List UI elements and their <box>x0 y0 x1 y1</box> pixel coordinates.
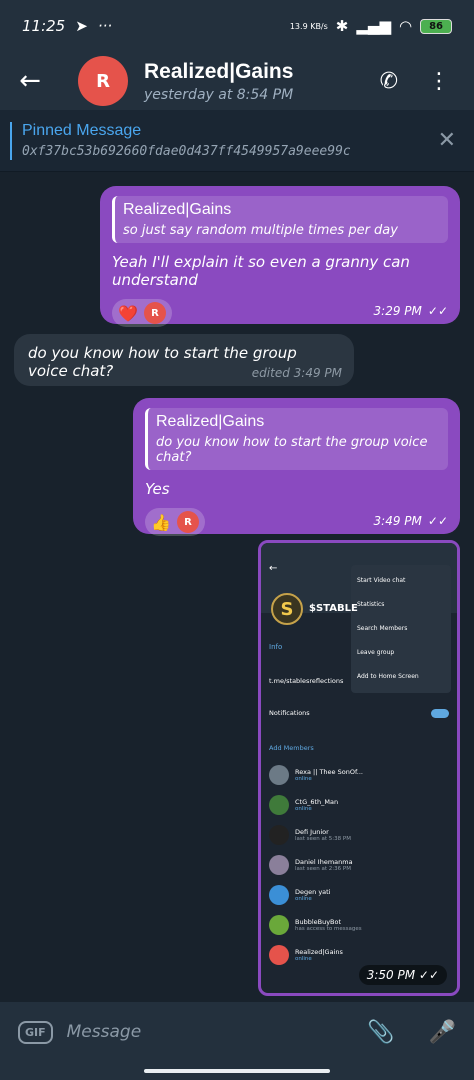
telegram-icon: ➤ <box>75 17 88 35</box>
back-arrow-icon[interactable]: ← <box>0 52 60 110</box>
member-status: online <box>295 896 312 902</box>
reply-quote[interactable]: Realized|Gains so just say random multip… <box>112 196 448 243</box>
composer: GIF Message 📎 🎤 <box>0 1002 474 1062</box>
last-seen: yesterday at 8:54 PM <box>144 86 294 103</box>
more-icon: ··· <box>97 17 113 35</box>
member-avatar <box>269 765 289 785</box>
member-name: Defi Junior <box>295 828 329 836</box>
message-bubble-incoming[interactable]: do you know how to start the group voice… <box>14 334 354 386</box>
add-members: Add Members <box>269 744 314 752</box>
message-time: edited 3:49 PM <box>251 366 342 380</box>
member-row: CtG_6th_Man online <box>269 790 449 820</box>
menu-item: Add to Home Screen <box>357 673 419 680</box>
reply-author: Realized|Gains <box>156 413 265 430</box>
double-check-icon: ✓✓ <box>427 304 448 318</box>
heart-reaction-icon: ❤️ <box>118 303 138 323</box>
reply-text: so just say random multiple times per da… <box>123 223 398 238</box>
member-row: Degen yati online <box>269 880 449 910</box>
time-label: 3:50 PM <box>366 968 416 982</box>
member-avatar <box>269 795 289 815</box>
screenshot-menu: Start Video chat Statistics Search Membe… <box>351 565 451 693</box>
member-name: BubbleBuyBot <box>295 918 342 926</box>
message-text: Yeah I'll explain it so even a granny ca… <box>112 253 410 289</box>
reaction-chip[interactable]: ❤️ R <box>112 299 172 327</box>
close-icon[interactable]: ✕ <box>438 128 456 153</box>
member-avatar <box>269 915 289 935</box>
time-label: 3:49 PM <box>373 514 422 528</box>
menu-item: Search Members <box>357 625 408 632</box>
bluetooth-icon: ✱ <box>335 17 349 35</box>
member-status: has access to messages <box>295 926 362 932</box>
home-gesture-pill[interactable] <box>144 1069 330 1073</box>
microphone-icon[interactable]: 🎤 <box>429 1020 456 1045</box>
member-name: CtG_6th_Man <box>295 798 339 806</box>
member-row: BubbleBuyBot has access to messages <box>269 910 449 940</box>
time-label: 3:29 PM <box>373 304 422 318</box>
menu-item: Start Video chat <box>357 577 406 584</box>
member-avatar <box>269 825 289 845</box>
notifications-label: Notifications <box>269 709 310 717</box>
phone-icon[interactable]: ✆ <box>380 69 398 94</box>
message-time: 3:49 PM ✓✓ <box>374 514 448 528</box>
chat-screen: 11:25 ➤ ··· 13.9 KB/s ✱ ▂▄▆ ◠ 86 ← R Rea… <box>0 0 474 1080</box>
reaction-chip[interactable]: 👍 R <box>145 508 205 536</box>
attachment-icon[interactable]: 📎 <box>367 1020 394 1045</box>
message-time: 3:29 PM ✓✓ <box>374 304 448 318</box>
system-nav-bar <box>0 1062 474 1080</box>
reactor-avatar: R <box>176 511 199 533</box>
member-status: online <box>295 956 312 962</box>
chat-title: Realized|Gains <box>144 59 294 83</box>
member-row: Daniel Ihemanma last seen at 2:36 PM <box>269 850 449 880</box>
message-text: Yes <box>145 480 170 498</box>
network-speed: 13.9 KB/s <box>289 21 328 31</box>
thumbs-up-reaction-icon: 👍 <box>151 512 171 532</box>
chat-header: ← R Realized|Gains yesterday at 8:54 PM … <box>0 52 474 110</box>
member-row: Rexa || Thee SonOf... online <box>269 760 449 790</box>
member-row: Defi Junior last seen at 5:38 PM <box>269 820 449 850</box>
member-name: Degen yati <box>295 888 331 896</box>
double-check-icon: ✓✓ <box>427 514 448 528</box>
signal-icon: ▂▄▆ <box>356 17 391 35</box>
group-avatar: S <box>271 593 303 625</box>
group-title: $STABLE <box>309 603 358 614</box>
message-time: 3:50 PM ✓✓ <box>358 965 447 985</box>
reply-quote[interactable]: Realized|Gains do you know how to start … <box>145 408 448 470</box>
pinned-body: 0xf37bc53b692660fdae0d437ff4549957a9eee9… <box>22 144 351 159</box>
member-name: Realized|Gains <box>295 948 343 956</box>
message-list: Realized|Gains so just say random multip… <box>0 172 474 1002</box>
reactor-avatar: R <box>143 302 166 324</box>
message-bubble-outgoing[interactable]: Realized|Gains do you know how to start … <box>133 398 460 536</box>
member-status: last seen at 5:38 PM <box>295 836 351 842</box>
member-status: online <box>295 806 312 812</box>
chat-title-block[interactable]: Realized|Gains yesterday at 8:54 PM <box>144 60 293 103</box>
pinned-title: Pinned Message <box>22 122 142 139</box>
image-message[interactable]: ← Start Video chat Statistics Search Mem… <box>258 540 460 996</box>
pin-accent <box>10 121 12 160</box>
screenshot-header: ← Start Video chat Statistics Search Mem… <box>261 543 457 693</box>
gif-button[interactable]: GIF <box>18 1020 53 1044</box>
kebab-menu-icon[interactable]: ⋮ <box>428 69 450 94</box>
menu-item: Leave group <box>357 649 395 656</box>
member-name: Daniel Ihemanma <box>295 858 353 866</box>
member-avatar <box>269 855 289 875</box>
message-input[interactable]: Message <box>67 1022 142 1042</box>
reply-text: do you know how to start the group voice… <box>156 435 428 465</box>
status-bar: 11:25 ➤ ··· 13.9 KB/s ✱ ▂▄▆ ◠ 86 <box>0 0 474 52</box>
member-avatar <box>269 885 289 905</box>
status-time: 11:25 <box>22 17 66 35</box>
toggle-icon <box>431 709 449 718</box>
reply-author: Realized|Gains <box>123 201 232 218</box>
member-status: online <box>295 776 312 782</box>
wifi-icon: ◠ <box>398 17 413 35</box>
message-bubble-outgoing[interactable]: Realized|Gains so just say random multip… <box>100 186 460 327</box>
battery-indicator: 86 <box>420 18 452 34</box>
menu-item: Statistics <box>357 601 385 608</box>
double-check-icon: ✓✓ <box>418 968 439 982</box>
chat-avatar[interactable]: R <box>78 56 128 106</box>
member-name: Rexa || Thee SonOf... <box>295 768 363 776</box>
member-status: last seen at 2:36 PM <box>295 866 351 872</box>
member-avatar <box>269 945 289 965</box>
pinned-message-bar[interactable]: Pinned Message 0xf37bc53b692660fdae0d437… <box>0 110 474 172</box>
